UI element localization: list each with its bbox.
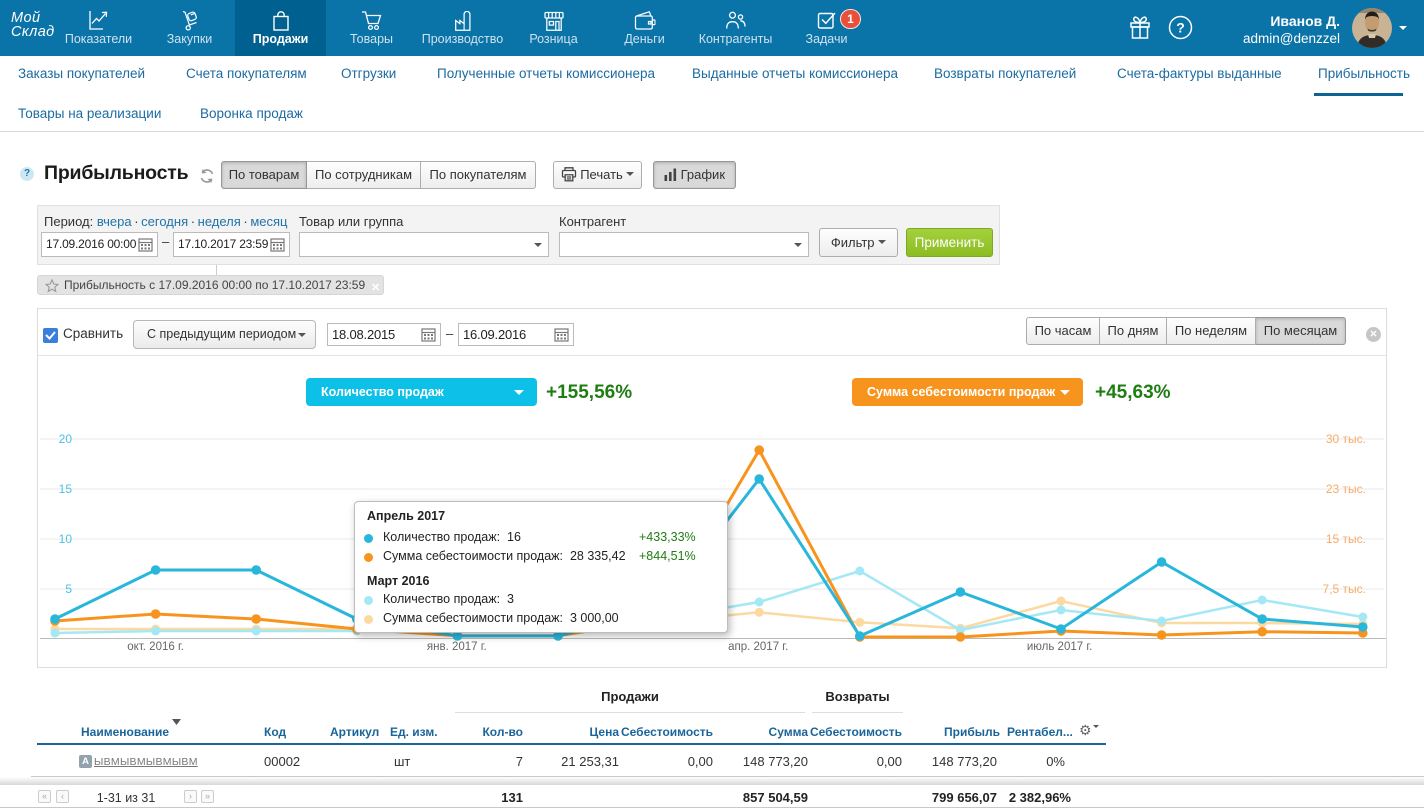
svg-text:30 тыс.: 30 тыс. — [1326, 432, 1366, 446]
svg-text:23 тыс.: 23 тыс. — [1326, 482, 1366, 496]
svg-text:7,5 тыс.: 7,5 тыс. — [1323, 582, 1366, 596]
svg-text:окт. 2016 г.: окт. 2016 г. — [127, 641, 184, 653]
svg-text:10: 10 — [59, 532, 73, 546]
svg-text:5: 5 — [65, 582, 72, 596]
svg-text:20: 20 — [59, 432, 73, 446]
svg-text:15 тыс.: 15 тыс. — [1326, 532, 1366, 546]
svg-text:15: 15 — [59, 482, 73, 496]
svg-text:апр. 2017 г.: апр. 2017 г. — [728, 641, 788, 653]
svg-text:?: ? — [1176, 20, 1185, 36]
svg-text:янв. 2017 г.: янв. 2017 г. — [427, 641, 487, 653]
svg-text:июль 2017 г.: июль 2017 г. — [1027, 641, 1092, 653]
